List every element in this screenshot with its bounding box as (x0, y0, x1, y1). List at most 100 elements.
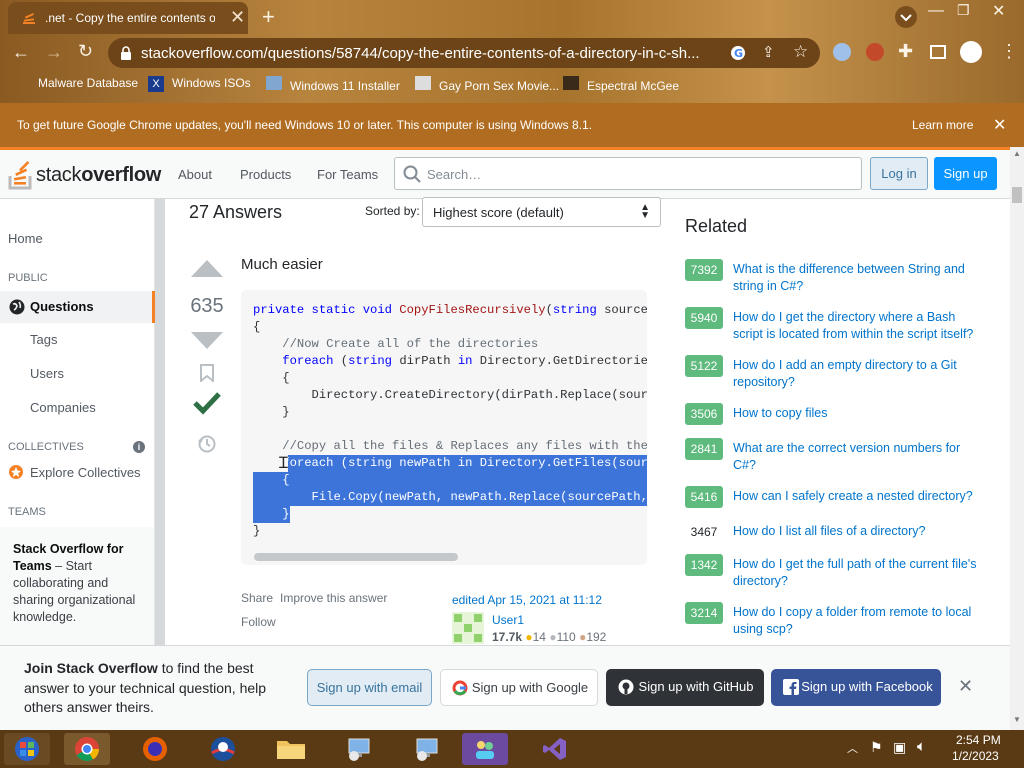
new-tab-icon[interactable]: + (262, 4, 275, 30)
google-icon (452, 680, 468, 696)
user-identicon-icon[interactable] (452, 612, 484, 644)
scroll-down-icon[interactable]: ▼ (1013, 715, 1021, 724)
signup-facebook-button[interactable]: Sign up with Facebook (771, 669, 941, 706)
history-icon[interactable] (197, 434, 217, 454)
clock-time[interactable]: 2:54 PM (956, 733, 1001, 747)
sidebar-item-companies[interactable]: Companies (30, 400, 96, 415)
window-close-icon[interactable]: ✕ (992, 1, 1005, 21)
firefox-icon (143, 737, 167, 761)
menu-kebab-icon[interactable]: ⋮ (1000, 41, 1018, 62)
related-question-link[interactable]: How can I safely create a nested directo… (733, 488, 985, 505)
sidebar-item-home[interactable]: Home (8, 231, 43, 246)
nav-products[interactable]: Products (240, 167, 291, 182)
side-panel-icon[interactable] (930, 45, 946, 59)
info-icon[interactable]: i (133, 441, 145, 453)
signup-button[interactable]: Sign up (934, 157, 997, 190)
minimize-icon[interactable]: — (928, 2, 944, 20)
related-question-link[interactable]: What is the difference between String an… (733, 261, 985, 295)
browser-tab[interactable]: .net - Copy the entire contents of ✕ (8, 2, 248, 34)
follow-link[interactable]: Follow (241, 615, 276, 629)
taskbar-app[interactable] (404, 733, 450, 765)
bookmark-item[interactable]: Espectral McGee (563, 76, 679, 93)
accepted-check-icon (193, 392, 221, 415)
back-icon[interactable]: ← (12, 42, 30, 63)
site-icon (563, 76, 579, 90)
bookmarks-bar: Malware Database X Windows ISOs Windows 1… (0, 72, 700, 96)
action-center-flag-icon[interactable]: ⚑ (870, 739, 883, 756)
extension-avatar-icon[interactable] (866, 43, 884, 61)
taskbar-app[interactable] (462, 733, 508, 765)
forward-icon[interactable]: → (45, 42, 63, 63)
so-logo-text[interactable]: stackoverflow (36, 164, 161, 187)
tab-search-chevron-icon[interactable] (895, 6, 917, 28)
taskbar-app[interactable] (336, 733, 382, 765)
profile-avatar-icon[interactable] (960, 41, 982, 63)
scroll-up-icon[interactable]: ▲ (1013, 149, 1021, 158)
infobar-close-icon[interactable]: ✕ (993, 115, 1006, 135)
related-question-link[interactable]: How do I add an empty directory to a Git… (733, 357, 985, 391)
bookmark-item[interactable]: X Windows ISOs (148, 76, 251, 92)
globe-icon (9, 299, 25, 315)
share-link[interactable]: Share (241, 591, 273, 605)
taskbar-explorer[interactable] (268, 733, 314, 765)
related-question-link[interactable]: How do I list all files of a directory? (733, 523, 985, 540)
sidebar-item-users[interactable]: Users (30, 366, 64, 381)
taskbar-app[interactable] (200, 733, 246, 765)
taskbar-visual-studio[interactable] (532, 733, 578, 765)
upvote-icon[interactable] (190, 258, 224, 278)
banner-close-icon[interactable]: ✕ (958, 676, 973, 697)
related-question-link[interactable]: How do I copy a folder from remote to lo… (733, 604, 985, 638)
bookmark-item[interactable]: Gay Porn Sex Movie... (415, 76, 559, 93)
taskbar-firefox[interactable] (132, 733, 178, 765)
so-header: stackoverflow About Products For Teams S… (0, 147, 1010, 199)
share-icon[interactable]: ⇪ (762, 43, 775, 61)
sort-select[interactable]: Highest score (default) ▲ ▼ (422, 197, 661, 227)
clock-date[interactable]: 1/2/2023 (952, 749, 999, 763)
taskbar-chrome[interactable] (64, 733, 110, 765)
improve-answer-link[interactable]: Improve this answer (280, 591, 387, 605)
code-scrollbar[interactable] (254, 553, 458, 561)
related-question-link[interactable]: How do I get the full path of the curren… (733, 556, 985, 590)
signup-google-button[interactable]: Sign up with Google (440, 669, 598, 706)
extensions-puzzle-icon[interactable]: ✚ (898, 41, 913, 62)
bookmark-icon[interactable] (199, 364, 215, 382)
signup-github-button[interactable]: Sign up with GitHub (606, 669, 764, 706)
nav-for-teams[interactable]: For Teams (317, 167, 378, 182)
login-button[interactable]: Log in (870, 157, 928, 190)
google-lens-icon[interactable]: G (730, 45, 746, 61)
sidebar-item-tags[interactable]: Tags (30, 332, 57, 347)
volume-icon[interactable]: 🔈︎ (917, 738, 926, 755)
bookmark-star-icon[interactable]: ☆ (793, 42, 808, 62)
stackoverflow-logo-icon[interactable] (8, 158, 34, 190)
bookmark-item[interactable]: Malware Database (20, 76, 138, 90)
address-bar[interactable]: stackoverflow.com/questions/58744/copy-t… (108, 38, 820, 68)
sidebar-item-explore-collectives[interactable]: Explore Collectives (30, 465, 141, 480)
extension-flag-icon[interactable] (833, 43, 851, 61)
learn-more-link[interactable]: Learn more (912, 118, 973, 132)
edited-link[interactable]: edited Apr 15, 2021 at 11:12 (452, 593, 602, 607)
lock-icon[interactable] (120, 46, 132, 60)
folder-icon (277, 741, 305, 759)
network-icon[interactable]: ▣ (893, 739, 906, 756)
user-name-link[interactable]: User1 (492, 613, 524, 627)
related-question-link[interactable]: How to copy files (733, 405, 985, 422)
scroll-thumb[interactable] (1012, 187, 1022, 203)
tray-chevron-icon[interactable]: ︿ (847, 740, 858, 756)
code-line: //Now Create all of the directories (253, 337, 539, 351)
tab-close-icon[interactable]: ✕ (230, 7, 245, 28)
restore-icon[interactable]: ❐ (957, 2, 970, 19)
select-arrows-icon: ▲ ▼ (640, 202, 650, 221)
start-button[interactable] (4, 733, 50, 765)
code-block[interactable]: private static void CopyFilesRecursively… (241, 290, 647, 565)
downvote-icon[interactable] (190, 331, 224, 351)
related-question-link[interactable]: What are the correct version numbers for… (733, 440, 985, 474)
related-question-link[interactable]: How do I get the directory where a Bash … (733, 309, 985, 343)
sidebar-item-questions[interactable]: Questions (0, 291, 155, 323)
related-score-badge: 2841 (685, 438, 723, 460)
reload-icon[interactable]: ↻ (78, 41, 93, 62)
search-input[interactable]: Search… (394, 157, 862, 190)
nav-about[interactable]: About (178, 167, 212, 182)
bookmark-item[interactable]: Windows 11 Installer (266, 76, 400, 93)
page-scrollbar[interactable]: ▲ ▼ (1010, 147, 1024, 730)
signup-email-button[interactable]: Sign up with email (307, 669, 432, 706)
